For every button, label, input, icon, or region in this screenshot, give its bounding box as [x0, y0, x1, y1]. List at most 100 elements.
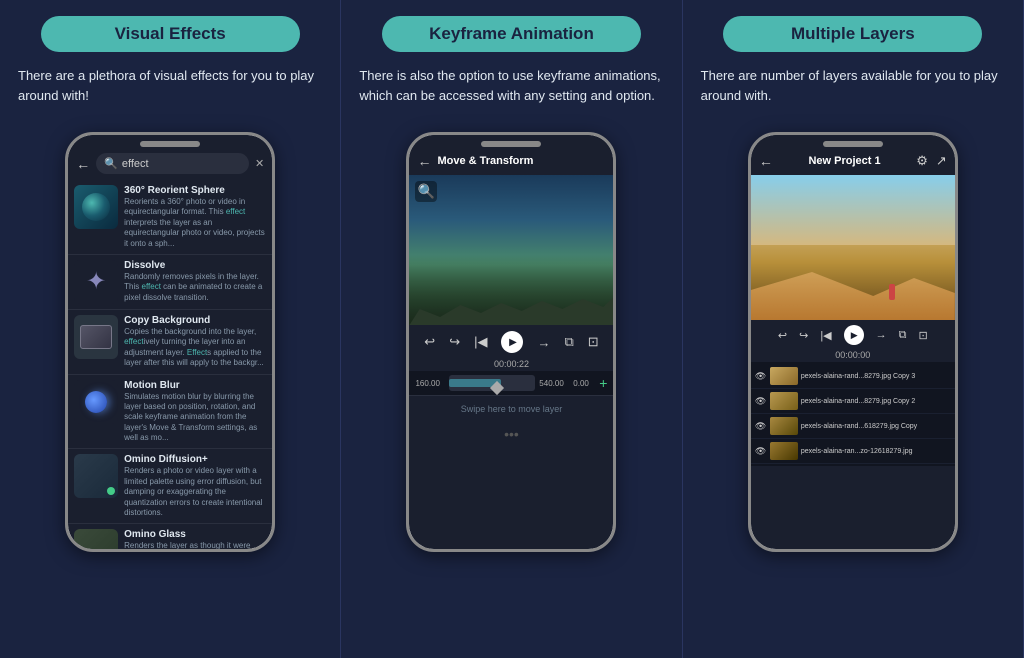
p1-search-text: effect	[122, 158, 149, 170]
phone-screen-3: ← New Project 1 ⚙ ↗ ↩ ↪ |◀ ▶ →	[751, 135, 955, 549]
effect-thumb-omino2	[74, 529, 118, 549]
panel-visual-effects: Visual Effects There are a plethora of v…	[0, 0, 341, 658]
p2-crop-icon[interactable]: ⊡	[588, 334, 599, 350]
p3-eye-icon-4[interactable]: 👁	[755, 446, 767, 457]
effect-thumb-omino1	[74, 454, 118, 498]
p2-rocks	[409, 255, 613, 325]
p2-add-icon[interactable]: +	[599, 375, 607, 391]
p3-eye-icon-3[interactable]: 👁	[755, 421, 767, 432]
list-item[interactable]: 360° Reorient Sphere Reorients a 360° ph…	[68, 180, 272, 255]
p2-timecode: 00:00:22	[409, 357, 613, 371]
p1-back-icon[interactable]: ←	[76, 156, 90, 172]
p3-video-preview	[751, 175, 955, 320]
phone-notch-1	[140, 141, 200, 147]
p3-controls: ↩ ↪ |◀ ▶ → ⧉ ⊡	[751, 320, 955, 348]
p3-layer-name-1: pexels-alaina-rand...8279.jpg Copy 3	[801, 373, 951, 380]
list-item[interactable]: Motion Blur Simulates motion blur by blu…	[68, 375, 272, 450]
panel-keyframe: Keyframe Animation There is also the opt…	[341, 0, 682, 658]
effect-desc-4: Simulates motion blur by blurring the la…	[124, 392, 266, 444]
p3-redo-icon[interactable]: ↪	[799, 329, 808, 342]
effect-desc-6: Renders the layer as though it were made…	[124, 541, 266, 549]
p3-copy-icon[interactable]: ⧉	[899, 329, 907, 342]
p2-play-button[interactable]: ▶	[501, 331, 523, 353]
p1-searchbox[interactable]: 🔍 effect	[96, 153, 249, 174]
p2-zoom-icon[interactable]: 🔍	[415, 181, 436, 202]
p3-layer-name-2: pexels-alaina-rand...8279.jpg Copy 2	[801, 398, 951, 405]
effect-info-3: Copy Background Copies the background in…	[124, 315, 266, 369]
phone-notch-3	[823, 141, 883, 147]
p3-layer-thumb-3	[770, 417, 798, 435]
p2-tl-label3: 0.00	[573, 379, 595, 388]
effect-info-2: Dissolve Randomly removes pixels in the …	[124, 260, 266, 303]
p2-controls: ↩ ↪ |◀ ▶ → ⧉ ⊡	[409, 325, 613, 357]
list-item[interactable]: 👁 pexels-alaina-rand...8279.jpg Copy 2	[751, 389, 955, 414]
p3-figure	[889, 284, 895, 300]
p2-video-preview: 🔍	[409, 175, 613, 325]
p3-dunes	[751, 260, 955, 320]
p2-undo-icon[interactable]: ↩	[424, 334, 435, 350]
effect-title-5: Omino Diffusion+	[124, 454, 266, 465]
badge-layers: Multiple Layers	[723, 16, 982, 52]
p3-back-icon: ←	[759, 153, 773, 169]
effect-info-4: Motion Blur Simulates motion blur by blu…	[124, 380, 266, 444]
p2-timeline[interactable]: 160.00 540.00 0.00 +	[409, 371, 613, 395]
effect-thumb-sphere	[74, 185, 118, 229]
effect-info-5: Omino Diffusion+ Renders a photo or vide…	[124, 454, 266, 518]
p2-skip-back-icon[interactable]: |◀	[474, 334, 487, 350]
effect-thumb-copy	[74, 315, 118, 359]
p2-arrow-right-icon[interactable]: →	[537, 335, 550, 350]
panel-layers: Multiple Layers There are number of laye…	[683, 0, 1024, 658]
effect-title-2: Dissolve	[124, 260, 266, 271]
p2-back-icon[interactable]: ←	[417, 153, 431, 169]
p3-export-icon[interactable]: ↗	[936, 153, 947, 169]
phone-visual-effects: ← 🔍 effect ✕ 360° Reorient Sphere Reorie…	[65, 132, 275, 552]
p2-tl-label2: 540.00	[539, 379, 569, 388]
effect-desc-2: Randomly removes pixels in the layer. Th…	[124, 272, 266, 303]
p3-layer-thumb-4	[770, 442, 798, 460]
effect-title-4: Motion Blur	[124, 380, 266, 391]
p2-copy-icon[interactable]: ⧉	[564, 334, 573, 350]
desc-visual-effects: There are a plethora of visual effects f…	[18, 66, 322, 118]
badge-visual-effects: Visual Effects	[41, 16, 300, 52]
list-item[interactable]: 👁 pexels-alaina-rand...618279.jpg Copy	[751, 414, 955, 439]
list-item[interactable]: Copy Background Copies the background in…	[68, 310, 272, 375]
p3-gear-icon[interactable]: ⚙	[916, 153, 928, 169]
p3-undo-icon[interactable]: ↩	[778, 329, 787, 342]
p3-crop-icon[interactable]: ⊡	[919, 329, 928, 342]
p2-swipe-area[interactable]: Swipe here to move layer	[409, 395, 613, 422]
p2-dot-icon[interactable]: •••	[504, 426, 519, 442]
p3-play-icon: ▶	[851, 330, 858, 341]
p3-eye-icon-1[interactable]: 👁	[755, 371, 767, 382]
green-dot-5	[107, 487, 115, 495]
p3-title: New Project 1	[808, 155, 880, 167]
effect-title-3: Copy Background	[124, 315, 266, 326]
p3-sky	[751, 175, 955, 245]
list-item[interactable]: Omino Glass Renders the layer as though …	[68, 524, 272, 549]
p3-fwd-icon[interactable]: →	[876, 329, 887, 341]
p2-dots-row: •••	[409, 422, 613, 446]
desc-layers: There are number of layers available for…	[701, 66, 1005, 118]
phone-keyframe: ← Move & Transform 🔍 ↩ ↪ |◀ ▶ → ⧉ ⊡ 00:0…	[406, 132, 616, 552]
phone-screen-1: ← 🔍 effect ✕ 360° Reorient Sphere Reorie…	[68, 135, 272, 549]
p2-play-icon: ▶	[509, 337, 517, 348]
p3-eye-icon-2[interactable]: 👁	[755, 396, 767, 407]
list-item[interactable]: Dissolve Randomly removes pixels in the …	[68, 255, 272, 310]
phone-notch-2	[481, 141, 541, 147]
effect-thumb-dissolve	[74, 260, 118, 304]
p3-back-group[interactable]: ←	[759, 153, 773, 169]
p3-skip-back-icon[interactable]: |◀	[820, 329, 831, 342]
p3-timecode: 00:00:00	[751, 348, 955, 362]
p3-layer-name-4: pexels-alaina-ran...zo-12618279.jpg	[801, 448, 951, 455]
list-item[interactable]: 👁 pexels-alaina-rand...8279.jpg Copy 3	[751, 364, 955, 389]
effect-title-1: 360° Reorient Sphere	[124, 185, 266, 196]
list-item[interactable]: 👁 pexels-alaina-ran...zo-12618279.jpg	[751, 439, 955, 464]
list-item[interactable]: Omino Diffusion+ Renders a photo or vide…	[68, 449, 272, 524]
effect-info-1: 360° Reorient Sphere Reorients a 360° ph…	[124, 185, 266, 249]
effects-list: 360° Reorient Sphere Reorients a 360° ph…	[68, 180, 272, 549]
p2-tl-bar[interactable]	[449, 375, 535, 391]
effect-info-6: Omino Glass Renders the layer as though …	[124, 529, 266, 549]
p3-layer-name-3: pexels-alaina-rand...618279.jpg Copy	[801, 423, 951, 430]
p3-play-button[interactable]: ▶	[844, 325, 864, 345]
p2-redo-icon[interactable]: ↪	[449, 334, 460, 350]
p1-close-icon[interactable]: ✕	[255, 157, 264, 170]
